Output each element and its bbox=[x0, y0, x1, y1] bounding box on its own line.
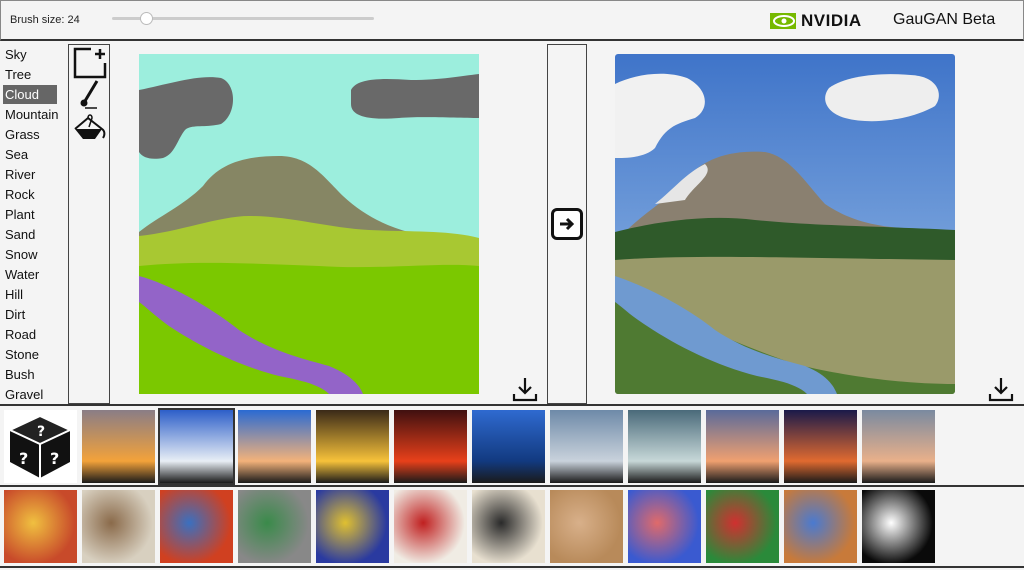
painting-style-thumbnail[interactable] bbox=[82, 490, 155, 563]
nvidia-logo: NVIDIA bbox=[770, 11, 862, 31]
label-stone[interactable]: Stone bbox=[3, 345, 57, 364]
photo-style-thumbnail[interactable] bbox=[550, 410, 623, 483]
photo-style-thumbnail[interactable] bbox=[472, 410, 545, 483]
label-rock[interactable]: Rock bbox=[3, 185, 57, 204]
label-tree[interactable]: Tree bbox=[3, 65, 57, 84]
label-sea[interactable]: Sea bbox=[3, 145, 57, 164]
random-style-button[interactable]: ??? bbox=[4, 410, 77, 483]
painting-style-thumbnail[interactable] bbox=[628, 490, 701, 563]
photo-style-thumbnail[interactable] bbox=[862, 410, 935, 483]
photo-style-thumbnail[interactable] bbox=[394, 410, 467, 483]
painting-style-thumbnail[interactable] bbox=[394, 490, 467, 563]
app-title: GauGAN Beta bbox=[893, 11, 996, 28]
photo-style-thumbnail[interactable] bbox=[316, 410, 389, 483]
photo-style-thumbnail[interactable] bbox=[158, 408, 235, 485]
brush-size-label: Brush size: 24 bbox=[10, 14, 80, 26]
fill-bucket-icon[interactable] bbox=[73, 113, 107, 143]
photo-style-thumbnail[interactable] bbox=[238, 410, 311, 483]
svg-text:?: ? bbox=[37, 424, 45, 440]
painting-style-thumbnail[interactable] bbox=[316, 490, 389, 563]
photo-style-thumbnail[interactable] bbox=[82, 410, 155, 483]
photo-style-thumbnail[interactable] bbox=[628, 410, 701, 483]
download-output-icon[interactable] bbox=[988, 376, 1014, 402]
render-button[interactable] bbox=[551, 208, 583, 240]
painting-style-thumbnail[interactable] bbox=[862, 490, 935, 563]
label-cloud[interactable]: Cloud bbox=[3, 85, 57, 104]
painting-style-thumbnail[interactable] bbox=[4, 490, 77, 563]
label-plant[interactable]: Plant bbox=[3, 205, 57, 224]
cloud-region-right bbox=[351, 74, 479, 119]
top-bar bbox=[0, 0, 1024, 41]
divider bbox=[0, 404, 1024, 406]
generated-image bbox=[615, 54, 955, 394]
divider bbox=[0, 485, 1024, 487]
divider bbox=[0, 566, 1024, 568]
painting-style-thumbnail[interactable] bbox=[160, 490, 233, 563]
label-river[interactable]: River bbox=[3, 165, 57, 184]
label-water[interactable]: Water bbox=[3, 265, 57, 284]
painting-style-thumbnail[interactable] bbox=[706, 490, 779, 563]
download-segmentation-icon[interactable] bbox=[512, 376, 538, 402]
brush-icon[interactable] bbox=[77, 79, 103, 111]
svg-text:?: ? bbox=[50, 449, 59, 468]
painting-style-thumbnail[interactable] bbox=[550, 490, 623, 563]
dice-icon: ??? bbox=[7, 414, 73, 478]
new-canvas-icon[interactable] bbox=[73, 47, 107, 79]
photo-style-thumbnail[interactable] bbox=[784, 410, 857, 483]
label-hill[interactable]: Hill bbox=[3, 285, 57, 304]
label-mountain[interactable]: Mountain bbox=[3, 105, 58, 124]
label-bush[interactable]: Bush bbox=[3, 365, 57, 384]
label-grass[interactable]: Grass bbox=[3, 125, 57, 144]
label-sky[interactable]: Sky bbox=[3, 45, 57, 64]
tool-panel bbox=[68, 44, 110, 404]
painting-style-thumbnail[interactable] bbox=[784, 490, 857, 563]
label-road[interactable]: Road bbox=[3, 325, 57, 344]
label-snow[interactable]: Snow bbox=[3, 245, 57, 264]
nvidia-wordmark: NVIDIA bbox=[801, 11, 862, 30]
painting-style-thumbnail[interactable] bbox=[238, 490, 311, 563]
arrow-right-icon bbox=[560, 217, 575, 231]
svg-text:?: ? bbox=[19, 449, 28, 468]
segmentation-canvas[interactable] bbox=[139, 54, 479, 394]
nvidia-eye-icon bbox=[770, 13, 796, 29]
label-sand[interactable]: Sand bbox=[3, 225, 57, 244]
label-gravel[interactable]: Gravel bbox=[3, 385, 57, 404]
label-dirt[interactable]: Dirt bbox=[3, 305, 57, 324]
brush-size-slider-thumb[interactable] bbox=[140, 12, 154, 25]
painting-style-thumbnail[interactable] bbox=[472, 490, 545, 563]
photo-style-thumbnail[interactable] bbox=[706, 410, 779, 483]
